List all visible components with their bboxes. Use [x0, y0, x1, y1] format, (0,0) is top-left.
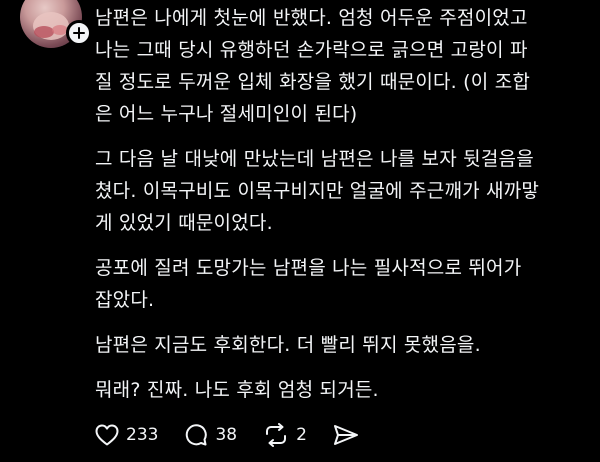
like-count: 233 — [126, 425, 159, 445]
post-paragraph: 공포에 질려 도망가는 남편을 나는 필사적으로 뛰어가 잡았다. — [95, 252, 585, 316]
post-paragraph: 뭐래? 진짜. 나도 후회 엄청 되거든. — [95, 374, 585, 406]
comment-count: 38 — [215, 425, 238, 445]
text-line: 질 정도로 두꺼운 입체 화장을 했기 때문이다. (이 조합 — [95, 71, 531, 93]
comment-button[interactable]: 38 — [184, 423, 237, 447]
text-line: 쳤다. 이목구비도 이목구비지만 얼굴에 주근깨가 새까맣 — [95, 180, 540, 202]
like-button[interactable]: 233 — [95, 424, 158, 446]
heart-icon — [95, 424, 119, 446]
text-line: 공포에 질려 도망가는 남편을 나는 필사적으로 뛰어가 — [95, 257, 522, 279]
repost-count: 2 — [296, 425, 307, 445]
author-avatar-container[interactable] — [20, 0, 92, 48]
post-paragraph: 그 다음 날 대낮에 만났는데 남편은 나를 보자 뒷걸음을 쳤다. 이목구비도… — [95, 143, 585, 239]
send-icon — [333, 425, 358, 445]
comment-icon — [186, 424, 208, 446]
post-paragraph: 남편은 지금도 후회한다. 더 빨리 뛰지 못했음을. — [95, 329, 585, 361]
text-line: 은 어느 누구나 절세미인이 된다) — [95, 103, 358, 125]
text-line: 남편은 지금도 후회한다. 더 빨리 뛰지 못했음을. — [95, 334, 481, 356]
text-line: 뭐래? 진짜. 나도 후회 엄청 되거든. — [95, 379, 379, 401]
follow-button[interactable] — [66, 20, 92, 46]
text-line: 나는 그때 당시 유행하던 손가락으로 긁으면 고랑이 파 — [95, 39, 528, 61]
post-paragraph: 남편은 나에게 첫눈에 반했다. 엄청 어두운 주점이었고 나는 그때 당시 유… — [95, 2, 585, 130]
text-line: 남편은 나에게 첫눈에 반했다. 엄청 어두운 주점이었고 — [95, 7, 528, 29]
text-line: 그 다음 날 대낮에 만났는데 남편은 나를 보자 뒷걸음을 — [95, 148, 534, 170]
text-line: 잡았다. — [95, 289, 155, 311]
text-line: 게 있었기 때문이었다. — [95, 212, 273, 234]
post-actions: 233 38 2 — [95, 420, 385, 450]
repost-icon — [266, 423, 287, 447]
repost-button[interactable]: 2 — [263, 423, 307, 447]
plus-icon — [73, 27, 85, 39]
share-button[interactable] — [333, 424, 359, 446]
